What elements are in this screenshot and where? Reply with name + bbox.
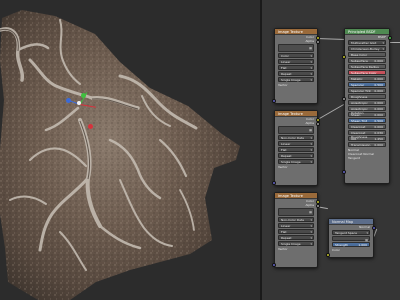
base-color-socket[interactable] bbox=[342, 55, 346, 59]
image-browse-icon: ▦ bbox=[309, 210, 312, 214]
gizmo-x-handle[interactable] bbox=[88, 124, 93, 129]
anisotropic-rotation-field[interactable]: Anisotropic Rotation 0.000 bbox=[348, 106, 386, 115]
input-color-socket[interactable] bbox=[326, 253, 330, 257]
subsurface-color-field[interactable]: Subsurface Color bbox=[348, 70, 386, 75]
strength-field[interactable]: Strength 1.000 bbox=[332, 242, 370, 247]
source-dropdown[interactable]: Single Image bbox=[278, 159, 314, 164]
uv-map-icon: ▦ bbox=[365, 238, 368, 242]
normal-map-node[interactable]: Normal Map Normal Tangent Space ▦ Streng… bbox=[326, 218, 376, 258]
sheen-tint-field[interactable]: Sheen Tint 0.500 bbox=[348, 118, 386, 123]
tangent-input: Tangent bbox=[348, 156, 360, 160]
output-alpha-socket[interactable] bbox=[316, 40, 320, 44]
normal-socket[interactable] bbox=[342, 170, 346, 174]
output-bsdf-socket[interactable] bbox=[388, 36, 392, 40]
image-texture-node-roughness[interactable]: Image Texture Color Alpha ▦ Non-Color Da… bbox=[272, 110, 320, 186]
image-selector[interactable]: ▦ bbox=[278, 208, 314, 216]
source-dropdown[interactable]: Single Image bbox=[278, 77, 314, 82]
output-bsdf: BSDF bbox=[378, 35, 386, 39]
interpolation-dropdown[interactable]: Linear bbox=[278, 141, 314, 146]
image-texture-node-normal[interactable]: Image Texture Color Alpha ▦ Non-Color Da… bbox=[272, 192, 320, 268]
input-vector-socket[interactable] bbox=[272, 181, 276, 185]
roughness-socket[interactable] bbox=[342, 97, 346, 101]
extension-dropdown[interactable]: Repeat bbox=[278, 153, 314, 158]
subsurface-field[interactable]: Subsurface 0.000 bbox=[348, 58, 386, 63]
principled-bsdf-node[interactable]: Principled BSDF BSDF Multiscatter GGX Ch… bbox=[342, 28, 392, 184]
projection-dropdown[interactable]: Flat bbox=[278, 147, 314, 152]
image-selector[interactable]: ▦ bbox=[278, 126, 314, 134]
gizmo-center[interactable] bbox=[77, 101, 81, 105]
input-vector: Vector bbox=[278, 83, 288, 87]
output-normal: Normal bbox=[359, 225, 370, 229]
interpolation-dropdown[interactable]: Linear bbox=[278, 223, 314, 228]
source-dropdown[interactable]: Single Image bbox=[278, 241, 314, 246]
wire bbox=[315, 38, 346, 41]
uv-map-selector[interactable]: ▦ bbox=[332, 236, 370, 242]
gizmo-z-handle[interactable] bbox=[66, 98, 71, 103]
input-vector-socket[interactable] bbox=[272, 99, 276, 103]
color-space-dropdown[interactable]: Non-Color Data bbox=[278, 217, 314, 222]
rock-scan-mesh bbox=[0, 10, 240, 300]
specular-tint-field[interactable]: Specular Tint 0.000 bbox=[348, 88, 386, 93]
base-color-input[interactable]: Base Color bbox=[348, 52, 386, 57]
transmission-field[interactable]: Transmission 0.000 bbox=[348, 142, 386, 147]
input-color: Color bbox=[332, 248, 340, 252]
output-alpha: Alpha bbox=[305, 121, 314, 125]
extension-dropdown[interactable]: Repeat bbox=[278, 71, 314, 76]
interpolation-dropdown[interactable]: Linear bbox=[278, 59, 314, 64]
extension-dropdown[interactable]: Repeat bbox=[278, 235, 314, 240]
output-alpha-socket[interactable] bbox=[316, 204, 320, 208]
roughness-input[interactable]: Roughness bbox=[348, 94, 386, 99]
space-dropdown[interactable]: Tangent Space bbox=[332, 230, 370, 235]
specular-field[interactable]: Specular 0.500 bbox=[348, 82, 386, 87]
output-alpha: Alpha bbox=[305, 203, 314, 207]
color-space-dropdown[interactable]: Color bbox=[278, 53, 314, 58]
anisotropic-field[interactable]: Anisotropic 0.000 bbox=[348, 100, 386, 105]
metallic-field[interactable]: Metallic 0.000 bbox=[348, 76, 386, 81]
image-browse-icon: ▦ bbox=[309, 46, 312, 50]
sheen-field[interactable]: Sheen 0.000 bbox=[348, 112, 386, 117]
clearcoat-roughness-field[interactable]: Clearcoat Roughness 0.030 bbox=[348, 130, 386, 139]
wire bbox=[315, 104, 344, 121]
3d-viewport[interactable] bbox=[0, 0, 260, 300]
shader-node-editor[interactable]: Image Texture Color Alpha ▦ Color Linear… bbox=[262, 0, 400, 300]
output-alpha: Alpha bbox=[305, 39, 314, 43]
input-vector: Vector bbox=[278, 247, 288, 251]
output-alpha-socket[interactable] bbox=[316, 122, 320, 126]
gizmo-y-handle[interactable] bbox=[81, 93, 86, 98]
output-normal-socket[interactable] bbox=[372, 226, 376, 230]
image-texture-node-color[interactable]: Image Texture Color Alpha ▦ Color Linear… bbox=[272, 28, 320, 104]
image-selector[interactable]: ▦ bbox=[278, 44, 314, 52]
clearcoat-field[interactable]: Clearcoat 0.000 bbox=[348, 124, 386, 129]
subsurface-method-dropdown[interactable]: Christensen-Burley bbox=[348, 46, 386, 51]
input-vector: Vector bbox=[278, 165, 288, 169]
projection-dropdown[interactable]: Flat bbox=[278, 65, 314, 70]
subsurface-radius-field[interactable]: Subsurface Radius bbox=[348, 64, 386, 69]
distribution-dropdown[interactable]: Multiscatter GGX bbox=[348, 40, 386, 45]
projection-dropdown[interactable]: Flat bbox=[278, 229, 314, 234]
image-browse-icon: ▦ bbox=[309, 128, 312, 132]
color-space-dropdown[interactable]: Non-Color Data bbox=[278, 135, 314, 140]
input-vector-socket[interactable] bbox=[272, 263, 276, 267]
